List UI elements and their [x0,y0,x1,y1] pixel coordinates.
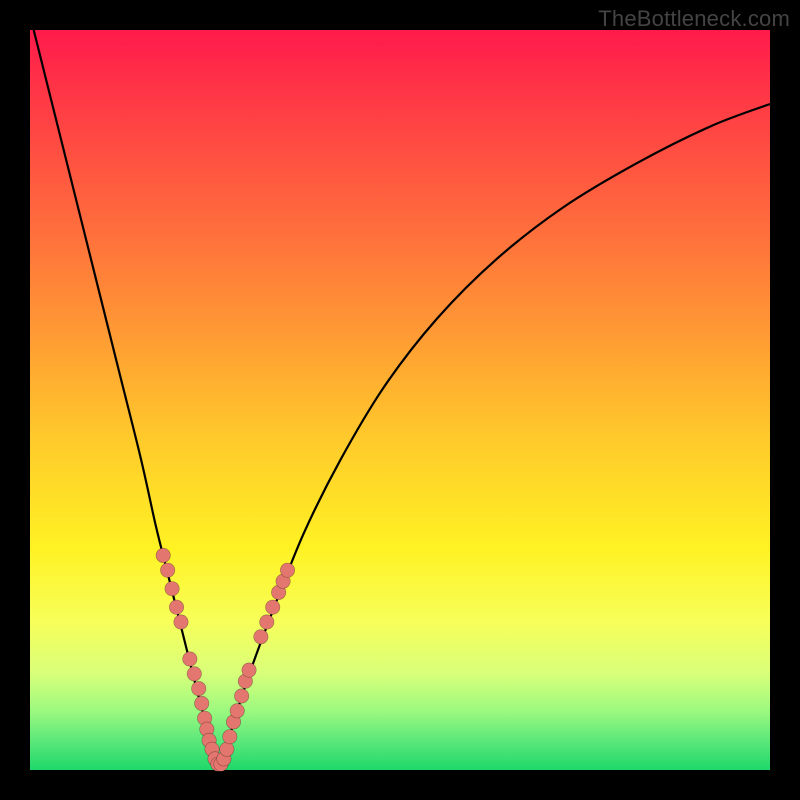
chart-svg [30,30,770,770]
chart-frame: TheBottleneck.com [0,0,800,800]
marker-dot [280,563,294,577]
marker-dot [174,615,188,629]
marker-dot [260,615,274,629]
marker-dot [192,681,206,695]
marker-dot [183,652,197,666]
marker-dot [156,548,170,562]
marker-dot [194,696,208,710]
curve-lines [34,30,770,766]
marker-dot [266,600,280,614]
marker-dot [254,630,268,644]
marker-dot [223,730,237,744]
watermark-label: TheBottleneck.com [598,6,790,32]
marker-dot [230,704,244,718]
curve-right-branch [219,104,770,766]
marker-dot [234,689,248,703]
marker-dot [160,563,174,577]
marker-dot [220,742,234,756]
curve-markers [156,548,295,771]
marker-dot [187,667,201,681]
marker-dot [165,582,179,596]
plot-area [30,30,770,770]
marker-dot [169,600,183,614]
marker-dot [242,663,256,677]
